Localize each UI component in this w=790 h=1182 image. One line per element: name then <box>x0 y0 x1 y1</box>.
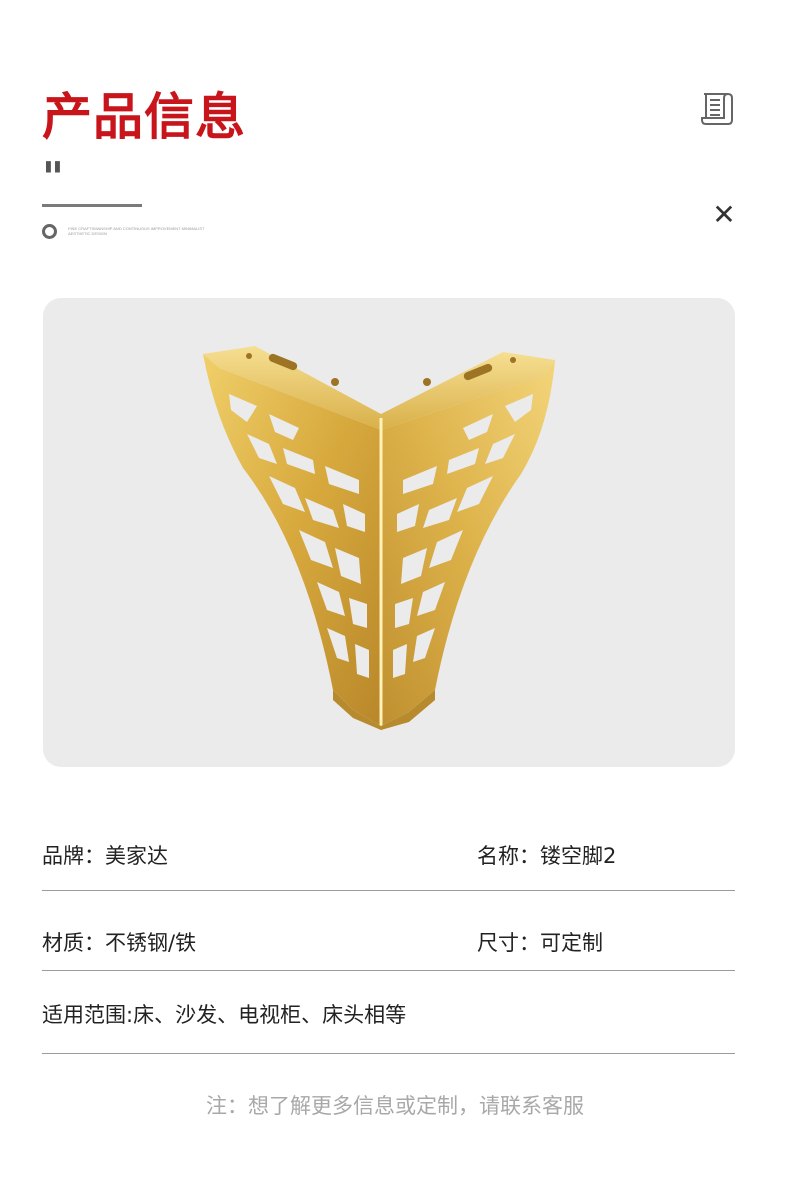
spec-brand: 品牌：美家达 <box>42 844 168 868</box>
spec-row-brand-name: 品牌：美家达 名称：镂空脚2 <box>42 812 735 891</box>
spec-size: 尺寸：可定制 <box>477 931 603 955</box>
scroll-document-icon[interactable] <box>698 90 736 128</box>
spec-name: 名称：镂空脚2 <box>477 844 617 868</box>
tagline: fine craftsmanship and continuous improv… <box>68 226 205 236</box>
gold-furniture-leg-image <box>203 346 555 730</box>
contact-note: 注：想了解更多信息或定制，请联系客服 <box>206 1094 584 1118</box>
circle-bullet-icon <box>42 224 57 239</box>
page-title: 产品信息 <box>42 88 246 146</box>
spec-table: 品牌：美家达 名称：镂空脚2 材质：不锈钢/铁 尺寸：可定制 适用范围:床、沙发… <box>42 812 735 1054</box>
spec-row-material-size: 材质：不锈钢/铁 尺寸：可定制 <box>42 891 735 971</box>
product-photo-panel <box>43 298 735 767</box>
spec-usage: 适用范围:床、沙发、电视柜、床头相等 <box>42 1003 407 1027</box>
spec-material: 材质：不锈钢/铁 <box>42 931 197 955</box>
close-icon[interactable]: ✕ <box>710 201 738 229</box>
title-underline <box>42 204 142 207</box>
quote-mark: " <box>42 153 64 202</box>
spec-row-usage: 适用范围:床、沙发、电视柜、床头相等 <box>42 971 735 1054</box>
